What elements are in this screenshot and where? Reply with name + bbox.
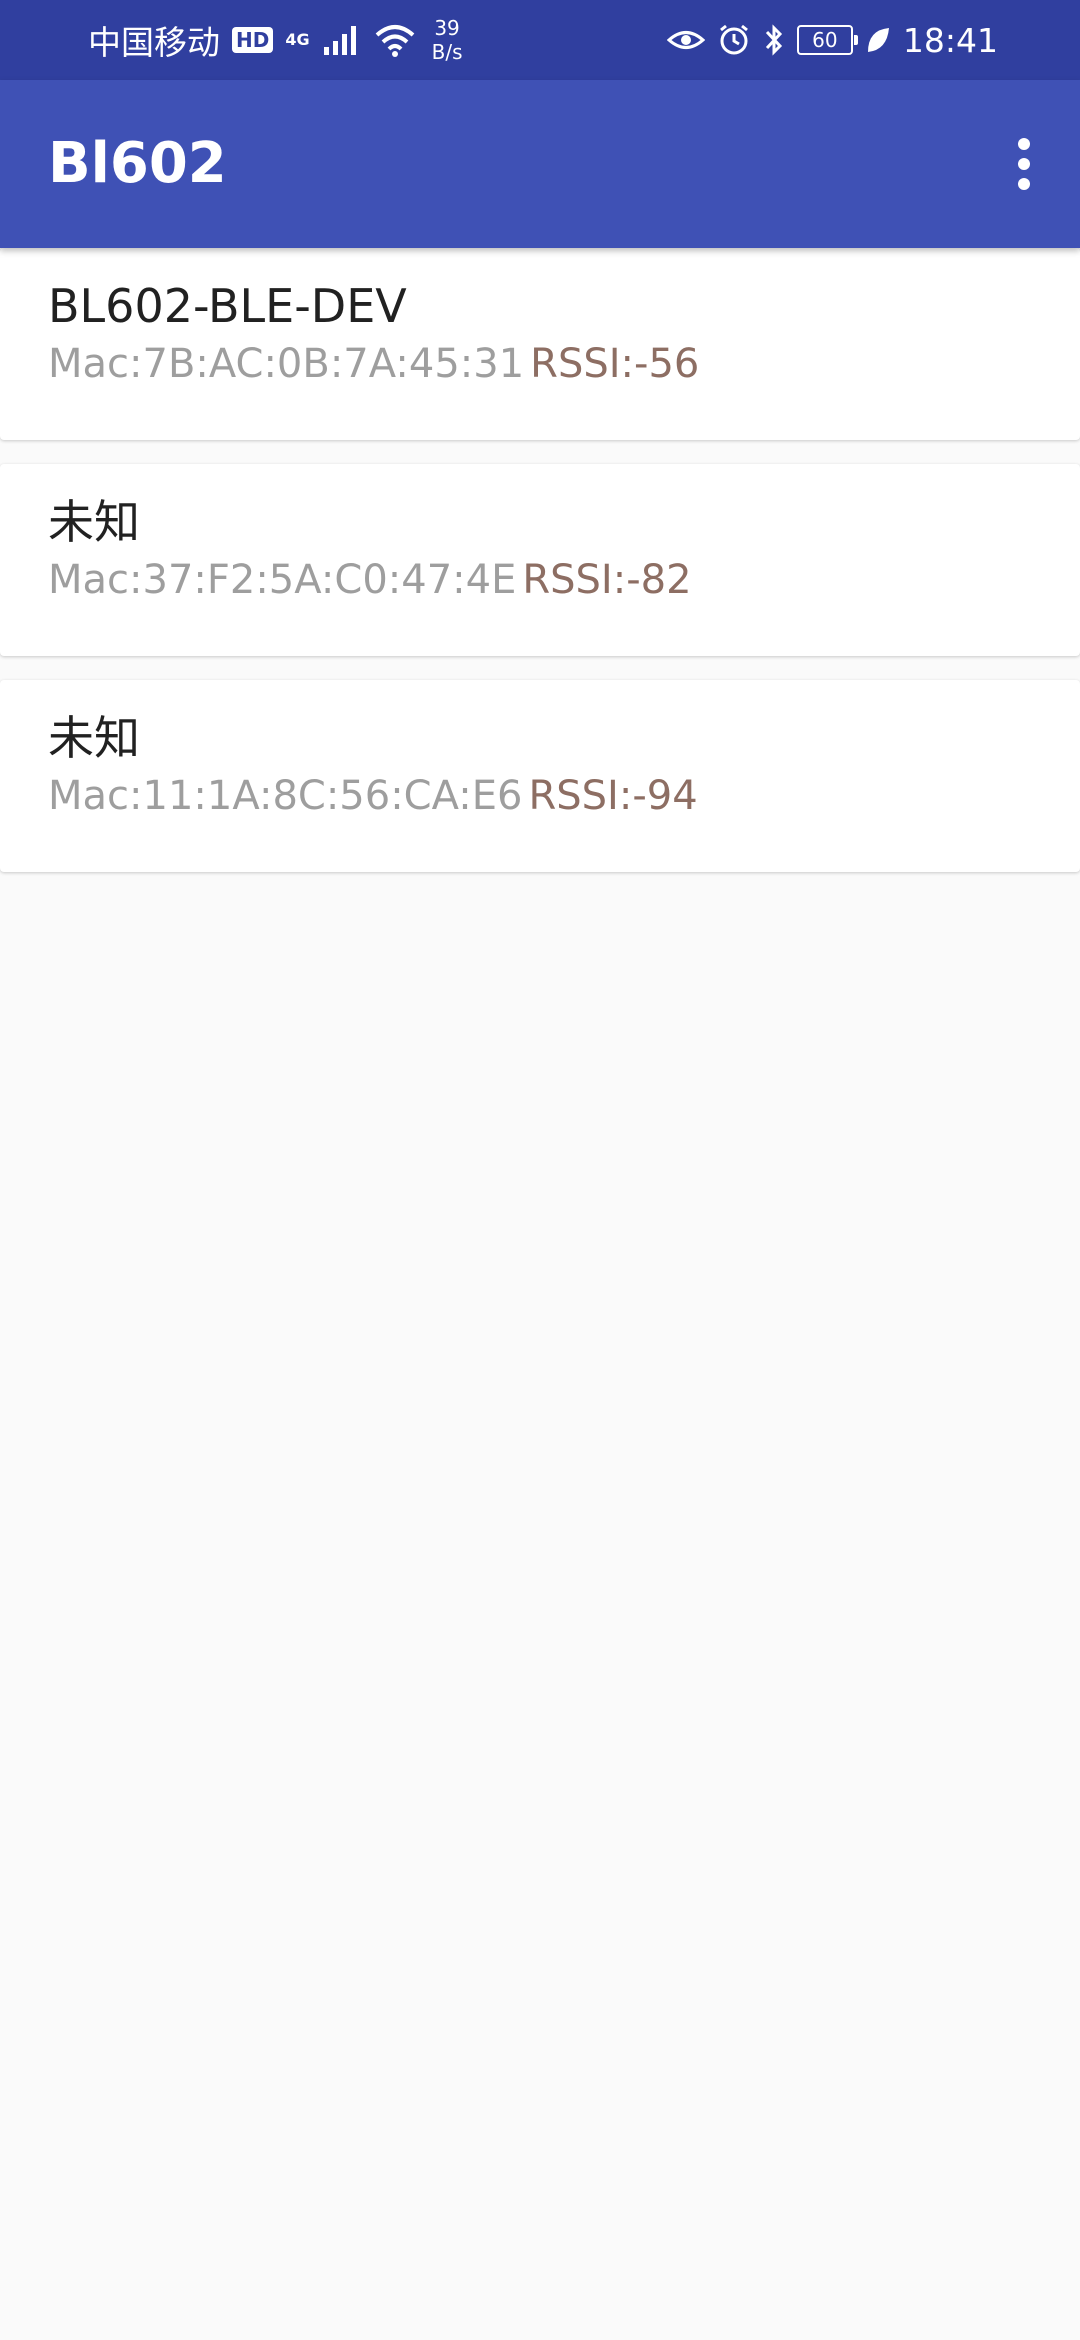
network-speed-unit: B/s: [431, 40, 463, 64]
device-rssi: RSSI:-82: [522, 557, 692, 603]
overflow-dot: [1018, 158, 1030, 170]
battery-icon: 60: [796, 25, 858, 55]
device-name: 未知: [48, 711, 140, 765]
network-type-label: 4G: [285, 30, 310, 49]
overflow-dot: [1018, 138, 1030, 150]
app-title: Bl602: [48, 131, 227, 196]
device-info: Mac:7B:AC:0B:7A:45:31 RSSI:-56: [48, 338, 1032, 390]
device-mac: Mac:7B:AC:0B:7A:45:31: [48, 341, 525, 387]
hd-icon: HD: [232, 27, 274, 53]
device-info: Mac:11:1A:8C:56:CA:E6 RSSI:-94: [48, 770, 1032, 822]
leaf-icon: [867, 28, 889, 52]
status-bar: 中国移动 HD 4G 39 B/s 60 18:41: [0, 0, 1080, 80]
device-name: 未知: [48, 495, 140, 549]
bluetooth-icon: [765, 24, 782, 56]
network-speed-value: 39: [434, 16, 460, 40]
device-list-item[interactable]: 未知 Mac:11:1A:8C:56:CA:E6 RSSI:-94: [0, 680, 1080, 872]
device-rssi: RSSI:-56: [530, 341, 700, 387]
overflow-dot: [1018, 178, 1030, 190]
device-list-item[interactable]: 未知 Mac:37:F2:5A:C0:47:4E RSSI:-82: [0, 464, 1080, 656]
eye-icon: [666, 31, 705, 49]
device-name: BL602-BLE-DEV: [48, 279, 407, 333]
device-mac: Mac:11:1A:8C:56:CA:E6: [48, 773, 523, 819]
signal-icon: [323, 26, 356, 55]
status-bar-left: 中国移动 HD 4G 39 B/s: [88, 16, 463, 64]
app-bar: Bl602: [0, 80, 1080, 248]
device-info: Mac:37:F2:5A:C0:47:4E RSSI:-82: [48, 554, 1032, 606]
device-list-item[interactable]: BL602-BLE-DEV Mac:7B:AC:0B:7A:45:31 RSSI:…: [0, 248, 1080, 440]
device-rssi: RSSI:-94: [528, 773, 698, 819]
network-speed: 39 B/s: [432, 16, 463, 64]
status-bar-right: 60 18:41: [666, 20, 998, 60]
carrier-label: 中国移动: [88, 23, 220, 62]
clock-time: 18:41: [902, 20, 998, 60]
device-mac: Mac:37:F2:5A:C0:47:4E: [48, 557, 517, 603]
alarm-icon: [719, 24, 748, 55]
battery-level: 60: [812, 28, 838, 52]
more-vert-icon[interactable]: [988, 124, 1060, 204]
device-list: BL602-BLE-DEV Mac:7B:AC:0B:7A:45:31 RSSI:…: [0, 248, 1080, 896]
wifi-icon: [375, 25, 414, 57]
